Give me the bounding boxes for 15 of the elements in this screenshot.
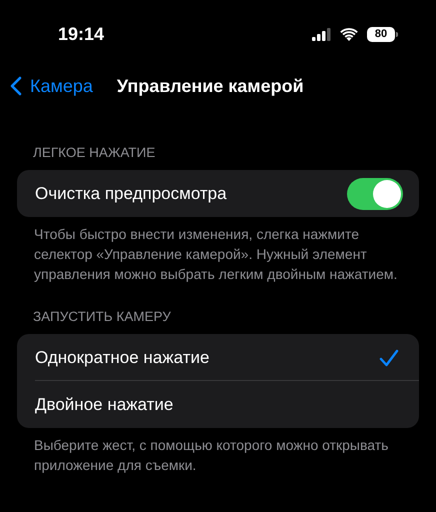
section-header: ЛЕГКОЕ НАЖАТИЕ [32,145,156,161]
toggle-switch[interactable] [347,178,403,210]
section-footer: Выберите жест, с помощью которого можно открывать приложение для съемки. [0,428,436,475]
battery-indicator: 80 [367,26,398,42]
chevron-left-icon [10,76,22,96]
back-button[interactable]: Камера [0,72,93,100]
row-label: Однократное нажатие [35,346,210,369]
section-footer: Чтобы быстро внести изменения, слегка нажмите селектор «Управление камерой». Нужный элемент управления можно выбрать легким двойным нажатием. [0,217,436,284]
section-header: ЗАПУСТИТЬ КАМЕРУ [32,309,172,325]
row-label: Двойное нажатие [35,394,174,416]
wifi-icon [340,28,358,40]
row-label: Очистка предпросмотра [35,182,228,205]
page-title: Управление камерой [116,74,304,98]
status-time: 19:14 [58,22,104,46]
signal-icon [312,28,331,40]
